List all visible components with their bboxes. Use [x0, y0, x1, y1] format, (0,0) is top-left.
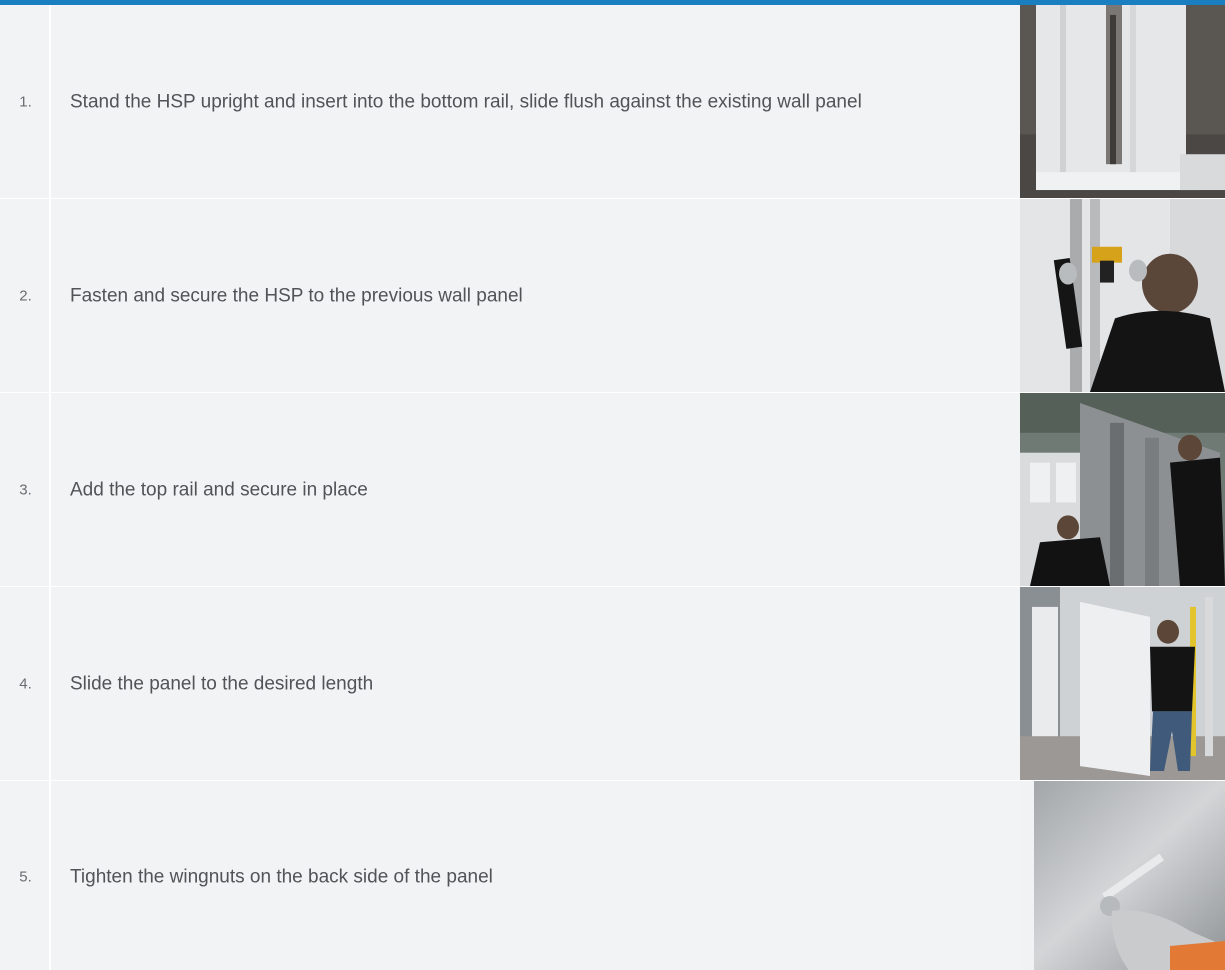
step-number: 1. [19, 93, 32, 110]
table-row: 4. Slide the panel to the desired length [0, 587, 1225, 781]
step-number-cell: 3. [0, 393, 51, 586]
table-row: 1. Stand the HSP upright and insert into… [0, 5, 1225, 199]
step-number-cell: 5. [0, 781, 51, 970]
step-text: Stand the HSP upright and insert into th… [70, 91, 862, 112]
table-row: 3. Add the top rail and secure in place [0, 393, 1225, 587]
worker-drilling-photo [1020, 199, 1225, 392]
step-number: 2. [19, 287, 32, 304]
table-row: 2. Fasten and secure the HSP to the prev… [0, 199, 1225, 393]
step-text: Slide the panel to the desired length [70, 673, 374, 694]
step-number-cell: 2. [0, 199, 51, 392]
wingnut-tighten-photo [1020, 781, 1225, 970]
instruction-page: 1. Stand the HSP upright and insert into… [0, 0, 1225, 970]
step-number: 5. [19, 868, 32, 885]
panel-bottom-rail-photo [1020, 5, 1225, 198]
workers-top-rail-photo [1020, 393, 1225, 586]
step-number: 3. [19, 481, 32, 498]
worker-sliding-panel-photo [1020, 587, 1225, 780]
step-text: Tighten the wingnuts on the back side of… [70, 866, 493, 887]
step-number-cell: 4. [0, 587, 51, 780]
steps-table: 1. Stand the HSP upright and insert into… [0, 5, 1225, 970]
step-text: Fasten and secure the HSP to the previou… [70, 285, 523, 306]
step-number: 4. [19, 675, 32, 692]
table-row: 5. Tighten the wingnuts on the back side… [0, 781, 1225, 970]
step-number-cell: 1. [0, 5, 51, 198]
step-text: Add the top rail and secure in place [70, 479, 368, 500]
